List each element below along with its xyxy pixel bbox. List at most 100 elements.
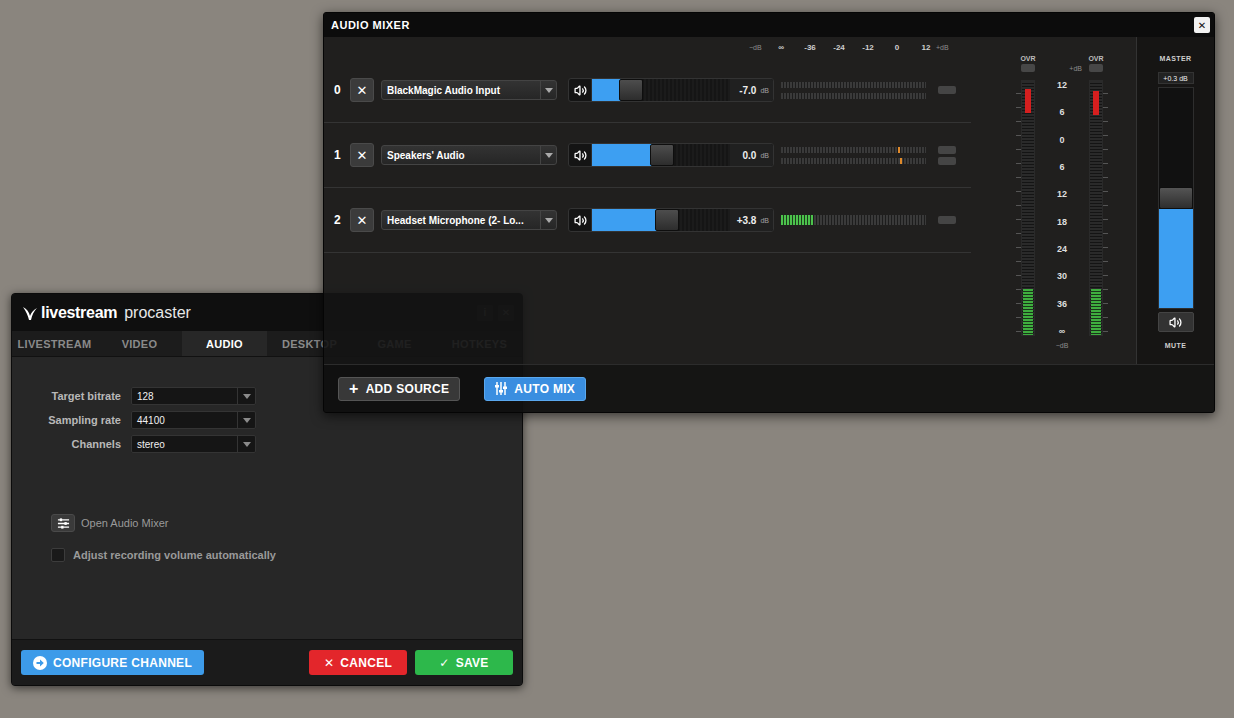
speaker-icon (574, 149, 587, 162)
vu-scale-label: 30 (1057, 271, 1067, 281)
auto-mix-button[interactable]: AUTO MIX (484, 377, 586, 401)
dropdown-arrow-icon (243, 394, 251, 399)
vu-ticks (1103, 80, 1113, 336)
channel-side-buttons (938, 86, 956, 94)
master-slider[interactable] (1158, 87, 1194, 309)
channel-option-button[interactable] (938, 216, 956, 224)
speaker-button[interactable] (569, 79, 592, 101)
source-select[interactable]: BlackMagic Audio Input (381, 80, 557, 100)
select-value: 44100 (132, 412, 237, 428)
vu-high-unit: +dB (1040, 65, 1084, 72)
add-source-button[interactable]: +ADD SOURCE (338, 377, 460, 401)
remove-source-button[interactable]: ✕ (350, 78, 374, 102)
vu-ticks (1011, 80, 1021, 336)
mixer-title-bar[interactable]: AUDIO MIXER ✕ (324, 13, 1214, 37)
scale-tick: ∞ (771, 43, 791, 52)
field-label: Sampling rate (12, 414, 121, 426)
master-handle[interactable] (1159, 187, 1193, 209)
select-field[interactable]: stereo (131, 435, 256, 453)
volume-reading: -7.0dB (730, 79, 773, 101)
button-glyph: ✕ (324, 656, 334, 670)
channel-row: 2✕Headset Microphone (2- Lo...+3.8dB (324, 188, 971, 253)
vu-scale-label: 36 (1057, 299, 1067, 309)
vu-scale-label: 6 (1059, 162, 1064, 172)
slider-handle[interactable] (619, 79, 643, 101)
vu-fill (1023, 289, 1033, 335)
open-mixer-button[interactable] (51, 514, 75, 532)
dropdown-arrow-icon (243, 418, 251, 423)
mixer-close-button[interactable]: ✕ (1194, 17, 1210, 33)
arrow-circle-icon (33, 656, 47, 670)
vu-fill (1091, 289, 1101, 335)
volume-slider: +3.8dB (568, 208, 774, 232)
overload-indicator: OVR (1016, 55, 1040, 72)
slider-track[interactable] (592, 79, 730, 101)
channel-side-buttons (938, 146, 956, 165)
slider-track[interactable] (592, 209, 730, 231)
audio-mixer-window: AUDIO MIXER✕−dB∞-36-24-12012+dB0✕BlackMa… (323, 12, 1215, 413)
reading-unit: dB (760, 87, 769, 94)
slider-handle[interactable] (655, 209, 679, 231)
checkbox[interactable] (51, 548, 65, 562)
channel-row: 1✕Speakers' Audio0.0dB (324, 123, 971, 188)
level-meter (781, 215, 926, 225)
channel-option-button[interactable] (938, 157, 956, 165)
select-value: 128 (132, 388, 237, 404)
auto-volume-row[interactable]: Adjust recording volume automatically (12, 548, 522, 562)
sliders-icon (57, 517, 70, 530)
tab[interactable]: VIDEO (97, 331, 182, 356)
channel-option-button[interactable] (938, 146, 956, 154)
save-button[interactable]: ✓SAVE (415, 650, 513, 675)
overload-light[interactable] (1089, 64, 1103, 72)
scale-high: +dB (936, 44, 958, 51)
source-name: Speakers' Audio (382, 146, 540, 164)
slider-handle[interactable] (650, 144, 674, 166)
vu-peak (1025, 89, 1031, 113)
master-label: MASTER (1160, 55, 1192, 62)
cancel-button[interactable]: ✕CANCEL (309, 650, 407, 675)
tab[interactable]: LIVESTREAM (12, 331, 97, 356)
level-meter (781, 93, 926, 99)
speaker-icon (1169, 316, 1182, 329)
source-name: Headset Microphone (2- Lo... (382, 211, 540, 229)
channel-index: 0 (334, 83, 350, 97)
overload-row: OVR+dBOVR (1011, 55, 1113, 72)
source-select[interactable]: Speakers' Audio (381, 145, 557, 165)
mute-label: MUTE (1165, 342, 1186, 349)
open-mixer-row: Open Audio Mixer (12, 514, 522, 532)
vu-scale-label: 24 (1057, 244, 1067, 254)
source-select[interactable]: Headset Microphone (2- Lo... (381, 210, 557, 230)
master-section: MASTER +0.3dB MUTE (1136, 37, 1214, 364)
scale-ticks: ∞-36-24-12012 (771, 43, 936, 52)
channel-row: 0✕ BlackMagic Audio Input -7.0dB (324, 58, 971, 123)
overload-light[interactable] (1021, 64, 1035, 72)
slider-track[interactable] (592, 144, 730, 166)
mute-button[interactable] (1158, 312, 1194, 332)
master-reading: +0.3dB (1158, 72, 1194, 84)
scale-tick: 12 (916, 43, 936, 52)
vu-bars: 126061218243036∞ (1011, 80, 1136, 336)
configure-channel-button[interactable]: CONFIGURE CHANNEL (21, 650, 204, 675)
speaker-icon (574, 84, 587, 97)
tab[interactable]: AUDIO (182, 331, 267, 356)
vu-scale: 126061218243036∞ (1035, 80, 1089, 336)
dropdown-arrow-icon (243, 442, 251, 447)
speaker-icon (574, 214, 587, 227)
open-mixer-label[interactable]: Open Audio Mixer (81, 517, 168, 529)
volume-reading: +3.8dB (730, 209, 773, 231)
remove-source-button[interactable]: ✕ (350, 143, 374, 167)
scale-tick: -36 (800, 43, 820, 52)
livestream-logo-icon (22, 305, 38, 321)
select-field[interactable]: 44100 (131, 411, 256, 429)
remove-source-button[interactable]: ✕ (350, 208, 374, 232)
channel-option-button[interactable] (938, 86, 956, 94)
mixer-title: AUDIO MIXER (331, 19, 410, 31)
speaker-button[interactable] (569, 209, 592, 231)
channel-side-buttons (938, 216, 956, 224)
meter-fill (781, 215, 813, 225)
vu-scale-label: 12 (1057, 189, 1067, 199)
speaker-button[interactable] (569, 144, 592, 166)
channel-index: 1 (334, 148, 350, 162)
field-label: Target bitrate (12, 390, 121, 402)
select-field[interactable]: 128 (131, 387, 256, 405)
